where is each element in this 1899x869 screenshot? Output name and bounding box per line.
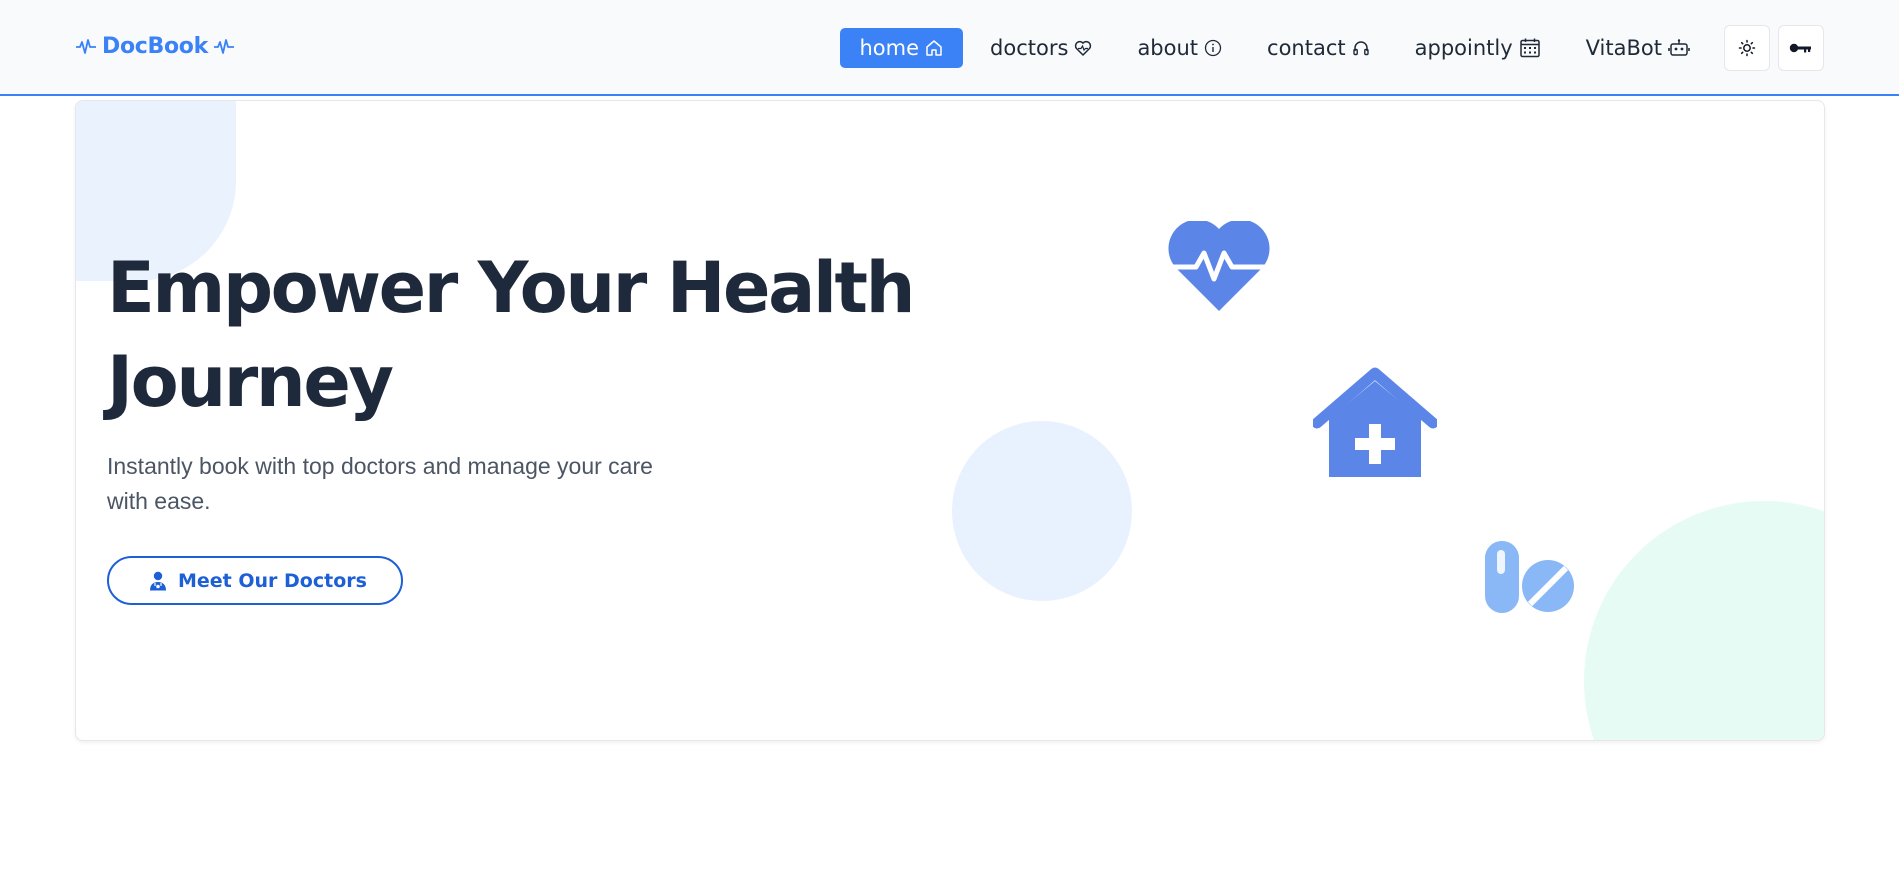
nav-vitabot[interactable]: VitaBot <box>1568 28 1708 68</box>
heart-pulse-icon <box>1168 221 1270 311</box>
nav-about-label: about <box>1137 36 1199 60</box>
meet-doctors-button[interactable]: Meet Our Doctors <box>107 556 403 605</box>
nav-home[interactable]: home <box>839 28 964 68</box>
decorative-circle <box>952 421 1132 601</box>
headphones-icon <box>1352 41 1369 56</box>
hero-headline: Empower Your Health Journey <box>107 247 915 423</box>
nav-about[interactable]: about <box>1119 28 1240 68</box>
doctor-icon <box>150 571 166 590</box>
hero-subtext: Instantly book with top doctors and mana… <box>107 453 653 514</box>
top-navbar: DocBook home doctors about contact appoi… <box>0 0 1899 96</box>
sun-icon <box>1738 39 1756 57</box>
nav-contact-label: contact <box>1267 36 1346 60</box>
calendar-icon <box>1519 38 1540 58</box>
nav-appointly[interactable]: appointly <box>1397 28 1559 68</box>
key-icon <box>1789 43 1811 53</box>
nav-home-label: home <box>859 36 920 60</box>
heart-icon <box>1075 40 1092 56</box>
hero-section: Empower Your Health Journey Instantly bo… <box>75 100 1825 741</box>
robot-icon <box>1668 39 1690 56</box>
pulse-icon <box>213 38 234 54</box>
brand-name: DocBook <box>102 34 208 59</box>
pulse-icon <box>76 38 96 54</box>
decorative-circle <box>1584 501 1824 740</box>
nav-doctors[interactable]: doctors <box>972 28 1110 68</box>
brand-logo[interactable]: DocBook <box>75 34 235 59</box>
meet-doctors-label: Meet Our Doctors <box>178 569 367 592</box>
info-icon <box>1204 39 1222 57</box>
login-button[interactable] <box>1778 25 1824 71</box>
theme-toggle-button[interactable] <box>1724 25 1770 71</box>
main-nav: home doctors about contact appointly Vit… <box>839 25 1824 71</box>
nav-doctors-label: doctors <box>990 36 1069 60</box>
nav-contact[interactable]: contact <box>1249 28 1388 68</box>
nav-vitabot-label: VitaBot <box>1585 36 1662 60</box>
nav-appointly-label: appointly <box>1414 36 1513 60</box>
pills-icon <box>1485 541 1574 613</box>
hospital-icon <box>1313 367 1437 477</box>
home-icon <box>926 40 942 56</box>
